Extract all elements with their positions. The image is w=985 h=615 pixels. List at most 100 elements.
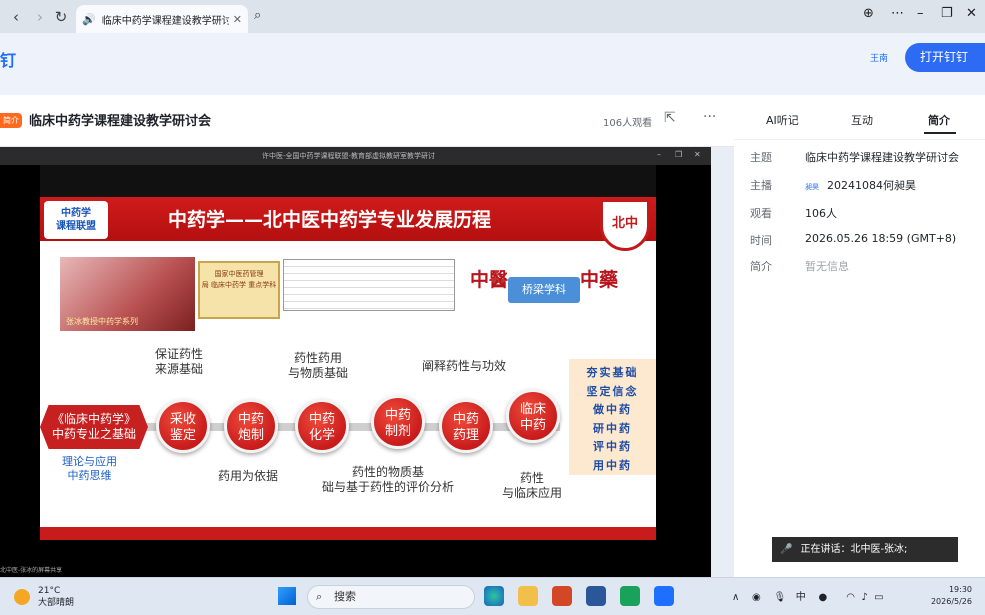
weather-text: 21°C 大部晴朗	[38, 585, 74, 609]
share-minimize-icon[interactable]: –	[657, 150, 661, 159]
open-dingtalk-button[interactable]: 打开钉钉	[905, 43, 985, 72]
app-logo: 钉	[0, 51, 17, 70]
share-restore-icon[interactable]: ❐	[675, 150, 682, 159]
speaking-text: 正在讲话：北中医-张冰;	[800, 544, 908, 555]
view-count: 106人观看	[603, 118, 653, 129]
microphone-icon: 🎤	[780, 544, 793, 555]
label-top-1: 保证药性 来源基础	[155, 347, 204, 376]
more-icon[interactable]: ⋯	[891, 6, 904, 21]
weather-desc: 大部晴朗	[38, 598, 75, 608]
browser-tab-strip: ‹ › ↻ 🔊 临床中药学课程建设教学研讨 ✕ ⌕ ⊕ ⋯ – ❐ ✕	[0, 0, 985, 33]
node-3: 中药 化学	[295, 399, 349, 453]
info-key: 主题	[750, 151, 772, 164]
sun-icon	[14, 589, 30, 605]
info-value: 临床中药学课程建设教学研讨会	[805, 151, 959, 164]
back-icon[interactable]: ‹	[6, 7, 26, 27]
node-1: 采收 鉴定	[156, 399, 210, 453]
university-table	[283, 259, 455, 311]
info-key: 观看	[750, 207, 772, 220]
wechat-icon[interactable]: ●	[818, 592, 827, 603]
edge-icon[interactable]	[484, 586, 504, 606]
motto-line: 坚定信念	[586, 384, 639, 398]
close-window-icon[interactable]: ✕	[966, 6, 977, 21]
node-4: 中药 制剂	[371, 395, 425, 449]
app-header: 钉 王南 打开钉钉	[0, 33, 985, 95]
live-badge: 简介	[0, 113, 22, 128]
blue-note: 理论与应用 中药思维	[62, 455, 117, 482]
label-top-3: 阐释药性与功效	[422, 359, 507, 373]
powerpoint-icon[interactable]	[552, 586, 572, 606]
label-bottom-2: 药性的物质基 础与基于药性的评价分析	[322, 465, 455, 494]
speaker-icon: 🔊	[82, 12, 96, 26]
minimize-icon[interactable]: –	[917, 6, 924, 21]
search-icon: ⌕	[316, 590, 323, 603]
wifi-icon[interactable]: ◠	[846, 592, 855, 603]
label-bottom-3: 药性 与临床应用	[502, 471, 563, 500]
share-footer: 北中医-张冰的屏幕共享	[0, 567, 63, 574]
share-window-title: 许中医-全国中药学课程联盟-教育部虚拟教研室教学研讨	[262, 152, 436, 160]
node-2: 中药 炮制	[224, 399, 278, 453]
chat-app-icon[interactable]	[620, 586, 640, 606]
screen-share-bar: 许中医-全国中药学课程联盟-教育部虚拟教研室教学研讨 – ❐ ✕	[0, 147, 711, 165]
host-avatar: 昶昊	[805, 183, 819, 191]
restore-icon[interactable]: ❐	[941, 6, 953, 21]
globe-icon[interactable]: ⊕	[863, 6, 874, 21]
windows-taskbar: 21°C 大部晴朗 ⌕ 搜索 ∧ ◉ 🎙 中 ● ◠ ♪ ▭ 19:30 2026…	[0, 577, 985, 615]
more-options-icon[interactable]: ···	[703, 109, 716, 125]
node-5: 中药 药理	[439, 399, 493, 453]
label-bottom-1: 药用为依据	[218, 469, 279, 483]
browser-tab[interactable]: 🔊 临床中药学课程建设教学研讨 ✕	[76, 5, 248, 33]
file-explorer-icon[interactable]	[518, 586, 538, 606]
browser-tab-title: 临床中药学课程建设教学研讨	[101, 15, 229, 27]
forward-icon[interactable]: ›	[30, 7, 50, 27]
tray-app-icon[interactable]: ◉	[752, 592, 761, 603]
motto-line: 用中药	[593, 458, 632, 472]
clock-date: 2026/5/26	[930, 597, 972, 606]
info-value: 昶昊 20241084何昶昊	[805, 177, 916, 193]
motto-line: 做中药	[593, 403, 632, 416]
slide-heading: 中药学——北中医中药学专业发展历程	[168, 209, 492, 231]
active-tab-indicator	[924, 132, 956, 134]
tab-search-icon[interactable]: ⌕	[254, 8, 261, 23]
info-value: 2026.05.26 18:59 (GMT+8)	[805, 232, 957, 245]
tab-intro[interactable]: 简介	[928, 112, 950, 128]
alliance-logo: 中药学 课程联盟	[44, 201, 108, 239]
dingtalk-icon[interactable]	[654, 586, 674, 606]
ime-indicator[interactable]: 中	[796, 592, 806, 603]
tab-ai-notes[interactable]: AI听记	[766, 112, 799, 128]
user-chip[interactable]: 王南	[870, 51, 888, 64]
close-tab-icon[interactable]: ✕	[233, 13, 242, 26]
volume-icon[interactable]: ♪	[861, 592, 867, 603]
left-hexagon: 《临床中药学》 中药专业之基础	[40, 405, 148, 449]
battery-icon[interactable]: ▭	[874, 592, 883, 603]
slide-bottom-bar	[40, 527, 656, 540]
lecture-photo: 张冰教授中药学系列	[60, 257, 195, 331]
share-close-icon[interactable]: ✕	[694, 150, 701, 159]
chevron-up-icon[interactable]: ∧	[732, 592, 739, 603]
microphone-tray-icon[interactable]: 🎙	[774, 592, 787, 603]
info-key: 主播	[750, 179, 772, 192]
host-name: 20241084何昶昊	[827, 179, 916, 192]
tab-interaction[interactable]: 互动	[851, 112, 873, 128]
info-value: 暂无信息	[805, 260, 849, 273]
certificate-plaque: 国家中医药管理局 临床中药学 重点学科	[198, 261, 280, 319]
system-tray: ∧ ◉ 🎙 中 ● ◠ ♪ ▭	[732, 588, 884, 603]
live-title: 临床中药学课程建设教学研讨会	[29, 114, 212, 129]
live-header: 简介 临床中药学课程建设教学研讨会 106人观看 ⇱ ···	[0, 95, 734, 147]
info-key: 时间	[750, 234, 772, 247]
photo-caption: 张冰教授中药学系列	[66, 317, 138, 326]
university-seal: 北中	[600, 199, 650, 251]
node-6: 临床 中药	[506, 389, 560, 443]
bridge-discipline-book: 桥梁学科	[508, 277, 580, 303]
panel-divider	[734, 139, 985, 140]
share-icon[interactable]: ⇱	[664, 110, 676, 126]
reload-icon[interactable]: ↻	[51, 7, 71, 27]
word-icon[interactable]	[586, 586, 606, 606]
info-panel: AI听记 互动 简介 主题 临床中药学课程建设教学研讨会 主播 昶昊 202410…	[734, 95, 985, 577]
windows-start-icon[interactable]	[278, 587, 296, 605]
speaking-indicator: 🎤 正在讲话：北中医-张冰;	[772, 537, 958, 562]
clock[interactable]: 19:30 2026/5/26	[926, 584, 972, 608]
motto-line: 夯实基础	[586, 366, 639, 379]
info-key: 简介	[750, 260, 772, 273]
taskbar-search[interactable]: ⌕ 搜索	[307, 585, 475, 609]
